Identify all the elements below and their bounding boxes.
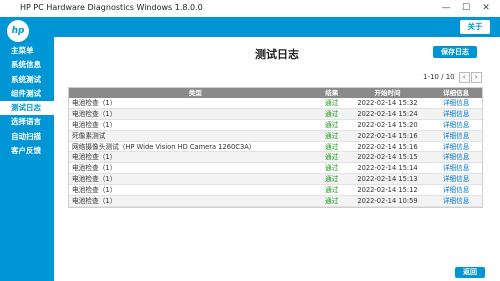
table-row: 电池检查（1） 通过 2022-02-14 15:32 详细信息 bbox=[69, 98, 482, 109]
details-link[interactable]: 详细信息 bbox=[430, 120, 482, 130]
sidebar-item-auto-scan[interactable]: 自动扫描 bbox=[0, 130, 54, 144]
start-time: 2022-02-14 15:20 bbox=[357, 120, 418, 129]
start-time: 2022-02-14 15:14 bbox=[357, 164, 418, 173]
next-page-button[interactable]: › bbox=[470, 71, 482, 83]
table-row: 电池检查（1） 通过 2022-02-14 15:14 详细信息 bbox=[69, 163, 482, 175]
test-result: 通过 bbox=[325, 142, 339, 151]
title-bar: HP PC Hardware Diagnostics Windows 1.8.0… bbox=[0, 0, 500, 17]
test-type: 电池检查（1） bbox=[72, 109, 117, 118]
sidebar: hp 主菜单 系统信息 系统测试 组件测试 测试日志 选择语言 自动扫描 客户反… bbox=[0, 17, 54, 281]
test-type: 电池检查（1） bbox=[72, 153, 117, 162]
test-log-table: 类型 结果 开始时间 详细信息 电池检查（1） 通过 2022-02-14 15… bbox=[68, 87, 483, 208]
sidebar-nav: 主菜单 系统信息 系统测试 组件测试 测试日志 选择语言 自动扫描 客户反馈 bbox=[0, 44, 54, 158]
table-row: 网络摄像头测试（HP Wide Vision HD Camera 1260C3A… bbox=[69, 141, 482, 153]
column-header-type: 类型 bbox=[188, 89, 202, 97]
table-row: 电池检查（1） 通过 2022-02-14 15:12 详细信息 bbox=[69, 185, 482, 197]
details-link[interactable]: 详细信息 bbox=[430, 109, 482, 119]
sidebar-item-main-menu[interactable]: 主菜单 bbox=[0, 44, 54, 58]
test-result: 通过 bbox=[325, 131, 339, 140]
column-header-start-time: 开始时间 bbox=[374, 89, 401, 97]
sidebar-item-test-logs[interactable]: 测试日志 bbox=[0, 101, 54, 116]
test-type: 电池检查（1） bbox=[72, 164, 117, 173]
sidebar-item-component-tests[interactable]: 组件测试 bbox=[0, 87, 54, 101]
test-result: 通过 bbox=[325, 197, 339, 206]
table-row: 死像素测试 通过 2022-02-14 15:16 详细信息 bbox=[69, 130, 482, 142]
details-link[interactable]: 详细信息 bbox=[430, 185, 482, 195]
about-button[interactable]: 关于 bbox=[460, 20, 490, 34]
test-type: 电池检查（1） bbox=[72, 99, 117, 107]
column-header-details: 详细信息 bbox=[443, 89, 470, 97]
table-row: 电池检查（1） 通过 2022-02-14 15:15 详细信息 bbox=[69, 152, 482, 164]
details-link[interactable]: 详细信息 bbox=[430, 163, 482, 173]
test-type: 死像素测试 bbox=[72, 131, 106, 140]
test-type: 电池检查（1） bbox=[72, 197, 117, 206]
start-time: 2022-02-14 15:16 bbox=[357, 131, 418, 140]
test-type: 电池检查（1） bbox=[72, 186, 117, 195]
column-header-result: 结果 bbox=[325, 89, 339, 97]
minimize-button[interactable]: — bbox=[436, 1, 456, 15]
test-result: 通过 bbox=[325, 120, 339, 129]
save-log-button[interactable]: 保存日志 bbox=[433, 46, 477, 58]
hp-logo-icon: hp bbox=[7, 20, 29, 42]
test-result: 通过 bbox=[325, 164, 339, 173]
sidebar-item-system-info[interactable]: 系统信息 bbox=[0, 58, 54, 72]
sidebar-item-system-tests[interactable]: 系统测试 bbox=[0, 73, 54, 87]
close-button[interactable]: ✕ bbox=[476, 1, 496, 15]
sidebar-item-language[interactable]: 选择语言 bbox=[0, 115, 54, 129]
start-time: 2022-02-14 15:24 bbox=[357, 109, 418, 118]
details-link[interactable]: 详细信息 bbox=[430, 142, 482, 152]
test-result: 通过 bbox=[325, 109, 339, 118]
sidebar-item-feedback[interactable]: 客户反馈 bbox=[0, 144, 54, 158]
pagination-status: 1-10 / 10 bbox=[423, 73, 455, 81]
start-time: 2022-02-14 10:59 bbox=[357, 197, 418, 206]
test-result: 通过 bbox=[325, 153, 339, 162]
main-content: 测试日志 保存日志 1-10 / 10 ‹ › 类型 结果 开始时间 详细信息 … bbox=[54, 37, 500, 281]
start-time: 2022-02-14 15:12 bbox=[357, 186, 418, 195]
top-bar: 关于 bbox=[54, 17, 500, 37]
test-result: 通过 bbox=[325, 186, 339, 195]
details-link[interactable]: 详细信息 bbox=[430, 174, 482, 184]
table-row: 电池检查（1） 通过 2022-02-14 15:20 详细信息 bbox=[69, 119, 482, 131]
window-controls: — ☐ ✕ bbox=[436, 1, 496, 15]
start-time: 2022-02-14 15:13 bbox=[357, 175, 418, 184]
start-time: 2022-02-14 15:32 bbox=[357, 99, 418, 107]
maximize-button[interactable]: ☐ bbox=[456, 1, 476, 15]
table-row: 电池检查（1） 通过 2022-02-14 10:59 详细信息 bbox=[69, 196, 482, 207]
details-link[interactable]: 详细信息 bbox=[430, 196, 482, 206]
test-type: 网络摄像头测试（HP Wide Vision HD Camera 1260C3A… bbox=[72, 142, 256, 151]
test-type: 电池检查（1） bbox=[72, 120, 117, 129]
test-result: 通过 bbox=[325, 175, 339, 184]
table-header: 类型 结果 开始时间 详细信息 bbox=[69, 88, 482, 98]
details-link[interactable]: 详细信息 bbox=[430, 98, 482, 108]
pagination: 1-10 / 10 ‹ › bbox=[423, 71, 482, 83]
start-time: 2022-02-14 15:16 bbox=[357, 142, 418, 151]
table-row: 电池检查（1） 通过 2022-02-14 15:13 详细信息 bbox=[69, 174, 482, 186]
details-link[interactable]: 详细信息 bbox=[430, 131, 482, 141]
start-time: 2022-02-14 15:15 bbox=[357, 153, 418, 162]
window-title: HP PC Hardware Diagnostics Windows 1.8.0… bbox=[20, 3, 203, 12]
table-row: 电池检查（1） 通过 2022-02-14 15:24 详细信息 bbox=[69, 108, 482, 120]
test-result: 通过 bbox=[325, 99, 339, 107]
back-button[interactable]: 返回 bbox=[455, 267, 485, 278]
details-link[interactable]: 详细信息 bbox=[430, 152, 482, 162]
test-type: 电池检查（1） bbox=[72, 175, 117, 184]
prev-page-button[interactable]: ‹ bbox=[458, 71, 470, 83]
